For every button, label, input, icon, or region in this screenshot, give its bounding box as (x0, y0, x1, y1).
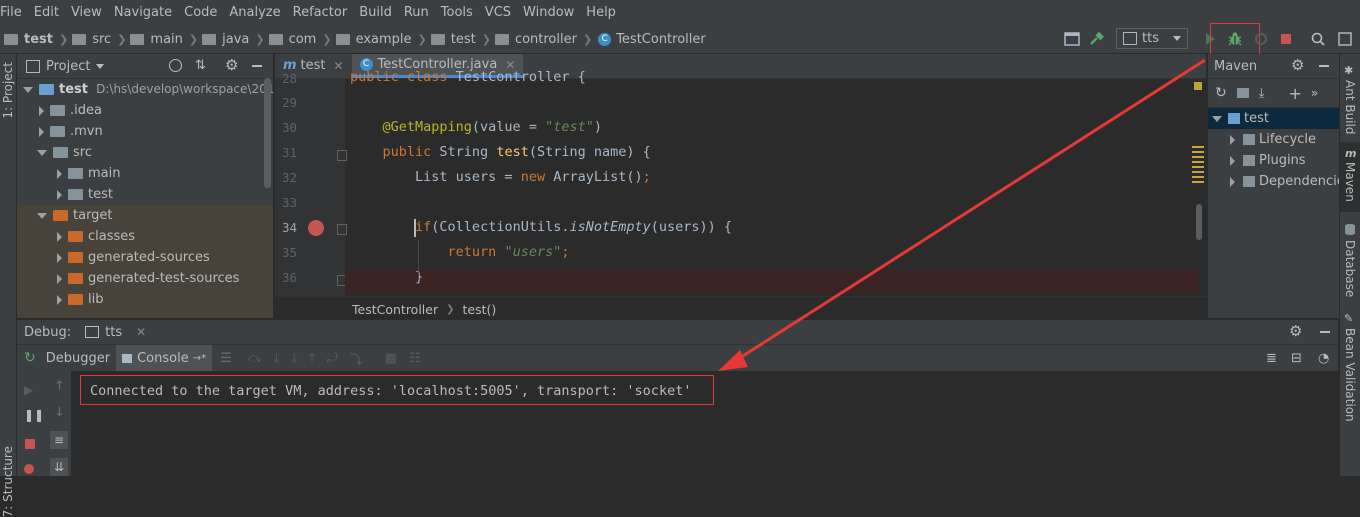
arrow-head (718, 350, 748, 371)
annotation-arrow (718, 58, 1206, 371)
arrow-shaft (734, 58, 1206, 363)
